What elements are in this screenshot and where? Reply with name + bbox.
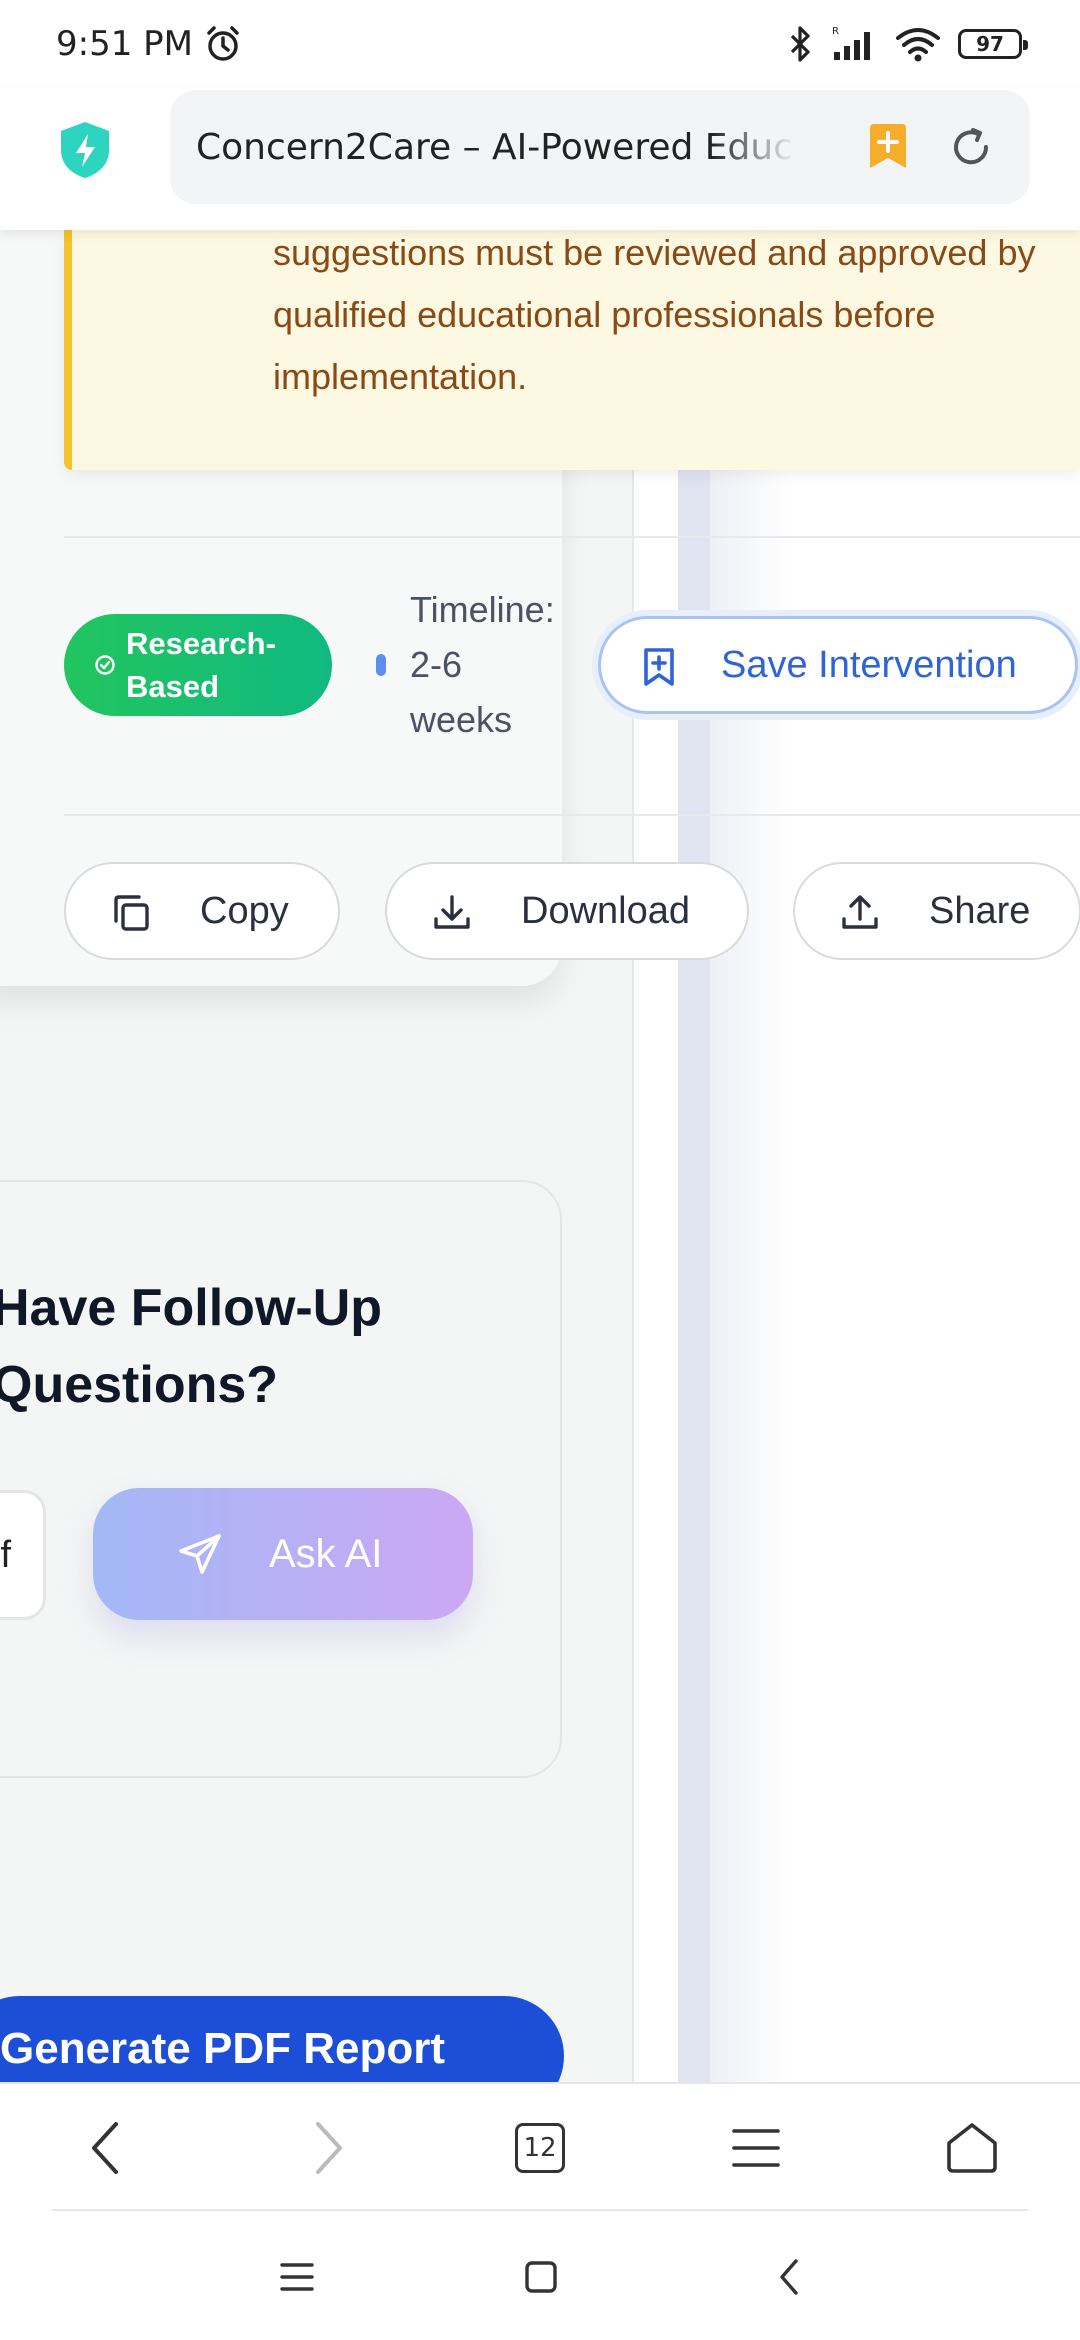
battery-icon: 97 — [958, 29, 1028, 59]
download-button[interactable]: Download — [385, 862, 749, 960]
forward-button[interactable] — [298, 2118, 358, 2178]
followup-title: Have Follow-Up Questions? — [0, 1279, 383, 1414]
site-shield-icon[interactable] — [58, 120, 112, 180]
save-intervention-button[interactable]: Save Intervention — [598, 616, 1078, 714]
badge-label: Research-Based — [126, 626, 276, 704]
bluetooth-icon — [790, 26, 810, 62]
timeline-value: 2-6 weeks — [410, 644, 513, 740]
recent-apps-button[interactable] — [272, 2252, 322, 2302]
side-panel-gradient — [710, 230, 790, 2082]
back-button[interactable] — [76, 2118, 136, 2178]
copy-button[interactable]: Copy — [64, 862, 340, 960]
timeline-dot — [376, 654, 386, 676]
ai-disclaimer-notice: suggestions must be reviewed and approve… — [64, 230, 1080, 470]
disclaimer-text: suggestions must be reviewed and approve… — [273, 232, 1036, 397]
card-divider — [64, 814, 1080, 816]
copy-icon — [114, 895, 149, 931]
generate-pdf-report-button[interactable]: Generate PDF Report — [0, 1996, 564, 2082]
home-button[interactable] — [942, 2118, 1002, 2178]
timeline-label: Timeline: — [410, 589, 555, 630]
followup-input-text: f — [0, 1533, 11, 1576]
timeline: Timeline: 2-6 weeks — [410, 582, 610, 747]
share-button[interactable]: Share — [793, 862, 1080, 960]
home-icon — [947, 2123, 997, 2173]
system-home-button[interactable] — [516, 2252, 566, 2302]
address-bar[interactable]: Concern2Care – AI-Powered Educ — [170, 90, 1030, 204]
ask-ai-button[interactable]: Ask AI — [93, 1488, 473, 1620]
side-panel-strip — [678, 230, 710, 2082]
recents-icon — [280, 2263, 314, 2291]
alarm-icon — [207, 26, 239, 61]
wifi-icon — [896, 28, 940, 62]
tabs-count: 12 — [515, 2123, 565, 2173]
share-icon — [842, 895, 878, 929]
followup-question-input[interactable]: f — [0, 1490, 46, 1620]
ask-ai-label: Ask AI — [269, 1531, 383, 1576]
download-icon — [434, 895, 470, 929]
copy-label: Copy — [200, 889, 289, 932]
svg-text:R: R — [832, 26, 839, 37]
back-arrow-icon — [780, 2259, 798, 2295]
address-bar-title: Concern2Care – AI-Powered Educ — [196, 126, 793, 168]
browser-toolbar: Concern2Care – AI-Powered Educ — [0, 88, 1080, 230]
generate-pdf-label: Generate PDF Report — [0, 2024, 445, 2073]
status-bar: 9:51 PM R 97 — [0, 0, 1080, 88]
bookmark-plus-icon — [644, 648, 674, 686]
square-home-icon — [525, 2261, 557, 2293]
download-label: Download — [521, 889, 690, 932]
status-time: 9:51 PM — [56, 24, 193, 64]
signal-icon: R — [832, 26, 870, 60]
menu-button[interactable] — [726, 2118, 786, 2178]
send-icon — [179, 1534, 221, 1574]
share-label: Share — [929, 889, 1031, 932]
research-based-badge: Research-Based — [64, 614, 332, 716]
system-back-button[interactable] — [764, 2252, 814, 2302]
battery-level: 97 — [976, 32, 1004, 56]
menu-icon — [732, 2129, 780, 2167]
add-bookmark-icon[interactable] — [868, 124, 908, 170]
nav-separator — [52, 2209, 1028, 2211]
browser-bottom-nav: 12 — [0, 2082, 1080, 2210]
chevron-right-icon — [316, 2122, 342, 2174]
tabs-button[interactable]: 12 — [510, 2118, 570, 2178]
system-nav-bar — [0, 2210, 1080, 2340]
save-intervention-label: Save Intervention — [721, 643, 1017, 686]
chevron-left-icon — [92, 2122, 118, 2174]
card-divider — [64, 536, 1080, 538]
page-content: suggestions must be reviewed and approve… — [0, 230, 1080, 2082]
check-circle-icon — [95, 655, 115, 675]
reload-icon[interactable] — [948, 124, 994, 170]
